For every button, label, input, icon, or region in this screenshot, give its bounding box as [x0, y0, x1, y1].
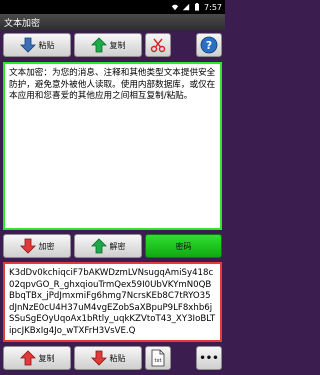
- up-arrow-icon: [19, 350, 36, 366]
- paste-label-top: 粘贴: [38, 40, 55, 50]
- document-icon: txt: [151, 349, 165, 367]
- help-button[interactable]: ?: [196, 33, 222, 57]
- copy-label-bottom: 复制: [38, 353, 55, 363]
- encrypt-button[interactable]: 加密: [3, 234, 71, 258]
- copy-label-top: 复制: [109, 40, 126, 50]
- bottom-toolbar: 复制 粘贴 txt •••: [0, 344, 225, 372]
- clear-button[interactable]: [145, 33, 171, 57]
- top-toolbar: 粘贴 复制 ?: [0, 31, 225, 59]
- down-arrow-icon: [19, 238, 36, 254]
- decrypt-button[interactable]: 解密: [74, 234, 142, 258]
- decrypt-label: 解密: [109, 241, 126, 251]
- down-arrow-icon: [19, 37, 36, 53]
- encrypt-label: 加密: [38, 241, 55, 251]
- wifi-icon: [171, 4, 179, 11]
- cipher-text-area[interactable]: K3dDv0kchiqciF7bAKWDzmLVNsugqAmiSy418c02…: [3, 262, 222, 342]
- more-button[interactable]: •••: [196, 346, 222, 370]
- scissors-icon: [150, 38, 166, 53]
- file-button[interactable]: txt: [145, 346, 171, 370]
- txt-label: txt: [155, 358, 162, 364]
- ellipsis-icon: •••: [199, 352, 219, 364]
- paste-button-top[interactable]: 粘贴: [3, 33, 71, 57]
- paste-button-bottom[interactable]: 粘贴: [74, 346, 142, 370]
- password-label: 密码: [175, 241, 192, 251]
- middle-toolbar: 加密 解密 密码: [0, 232, 225, 260]
- app-title-bar: 文本加密: [0, 14, 225, 30]
- app-title: 文本加密: [4, 18, 41, 29]
- signal-icon: [182, 3, 190, 11]
- up-arrow-icon: [90, 37, 107, 53]
- question-icon: ?: [200, 36, 218, 54]
- password-button[interactable]: 密码: [145, 234, 222, 258]
- copy-button-top[interactable]: 复制: [74, 33, 142, 57]
- paste-label-bottom: 粘贴: [109, 353, 126, 363]
- battery-icon: [195, 3, 200, 11]
- copy-button-bottom[interactable]: 复制: [3, 346, 71, 370]
- status-time: 7:57: [204, 2, 222, 12]
- status-bar: 7:57: [0, 0, 225, 14]
- down-arrow-icon: [90, 350, 107, 366]
- svg-text:?: ?: [206, 39, 212, 52]
- up-arrow-icon: [90, 238, 107, 254]
- plain-text-area[interactable]: 文本加密：为您的消息、注释和其他类型文本提供安全防护，避免意外被他人读取。使用内…: [3, 62, 222, 230]
